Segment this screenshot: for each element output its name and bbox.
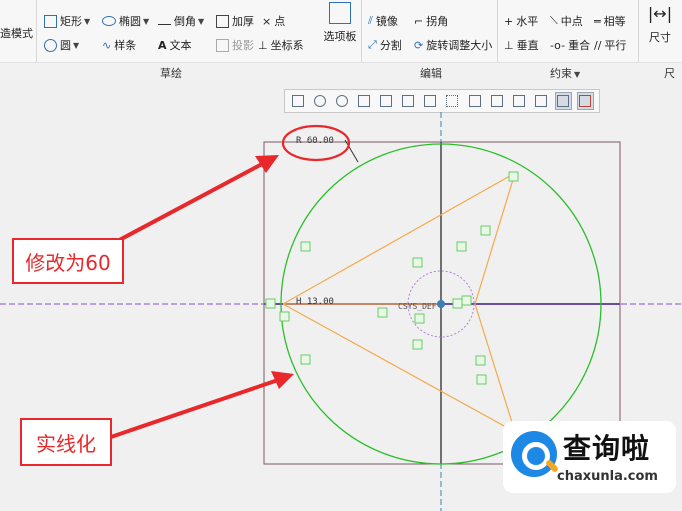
callout-change-to-60: 修改为60 [12,238,124,284]
offset-dimension[interactable]: H 13.00 [296,297,334,307]
logo-text: 查询啦 [563,432,651,465]
origin-point[interactable] [437,300,445,308]
arrow-make-solid [107,378,279,440]
watermark-logo: 查询啦 chaxunla.com [503,421,676,493]
arrow-change-to-60 [109,162,263,247]
csys-label: CSYS_DEF [398,302,437,311]
radius-dimension[interactable]: R 60.00 [296,136,334,146]
callout-make-solid: 实线化 [20,418,112,466]
logo-domain: chaxunla.com [557,469,658,484]
search-icon [511,431,557,477]
radius-dimension-leader [344,139,359,163]
